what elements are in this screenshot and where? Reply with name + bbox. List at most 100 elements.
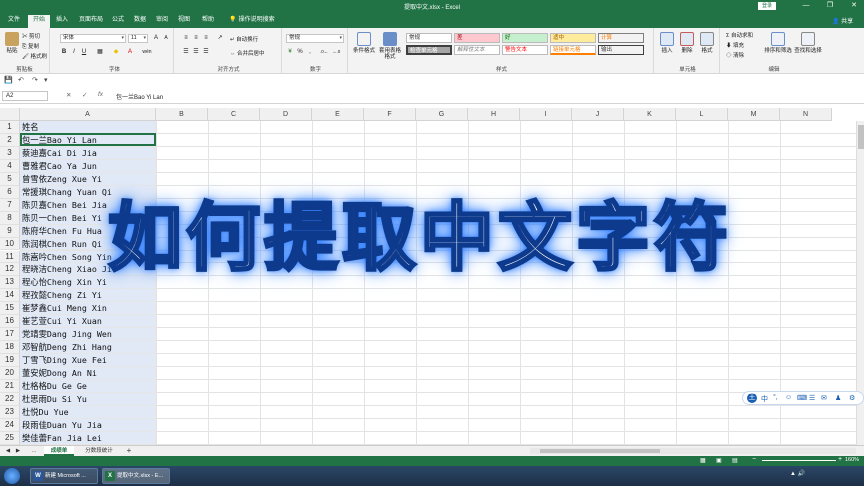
column-header-i[interactable]: I	[520, 108, 572, 121]
orientation-icon[interactable]: ↗	[216, 34, 224, 42]
customize-qat-icon[interactable]: ▾	[44, 76, 48, 84]
restore-button[interactable]: ❐	[822, 0, 838, 12]
style-output[interactable]: 输出	[598, 45, 644, 55]
tab-file[interactable]: 文件	[4, 15, 24, 28]
row-header[interactable]: 22	[0, 392, 20, 406]
row-header[interactable]: 18	[0, 341, 20, 355]
conditional-format-button[interactable]: 条件格式	[352, 32, 376, 54]
cell-a20[interactable]: 董安妮Dong An Ni	[20, 367, 156, 380]
tab-data[interactable]: 数据	[130, 15, 150, 28]
wrap-text-button[interactable]: ↵ 自动换行	[230, 35, 258, 43]
percent-button[interactable]: %	[296, 48, 304, 56]
cell-a5[interactable]: 曾雪依Zeng Xue Yi	[20, 172, 156, 186]
row-header[interactable]: 11	[0, 250, 20, 264]
undo-icon[interactable]: ↶	[18, 76, 24, 84]
save-icon[interactable]: 💾	[4, 76, 13, 84]
network-icon[interactable]: ▲	[790, 471, 796, 477]
zoom-level[interactable]: 160%	[845, 457, 859, 463]
row-header[interactable]: 25	[0, 431, 20, 445]
style-neutral[interactable]: 适中	[550, 33, 596, 43]
column-header-c[interactable]: C	[208, 108, 260, 121]
align-center-icon[interactable]: ☰	[192, 48, 200, 56]
column-header-j[interactable]: J	[572, 108, 624, 121]
style-explanatory[interactable]: 解释性文本	[454, 45, 500, 55]
row-header[interactable]: 4	[0, 159, 20, 173]
currency-icon[interactable]: ¥	[286, 48, 294, 56]
style-linked-cell[interactable]: 链接单元格	[550, 45, 596, 55]
tab-review[interactable]: 审阅	[152, 15, 172, 28]
ime-toolbar[interactable]: 王 中 °, ☺ ⌨ ☰ ✉ ♟ ⚙	[742, 391, 864, 405]
row-header[interactable]: 16	[0, 315, 20, 329]
style-calculation[interactable]: 计算	[598, 33, 644, 43]
style-bad[interactable]: 差	[454, 33, 500, 43]
cell-a16[interactable]: 崔艺萱Cui Yi Xuan	[20, 315, 156, 329]
format-cells-button[interactable]: 格式	[698, 32, 716, 54]
find-select-button[interactable]: 查找和选择	[794, 32, 822, 54]
copy-button[interactable]: ⎘ 复制	[22, 42, 39, 51]
ime-emoji-icon[interactable]: ☺	[785, 394, 792, 401]
align-middle-icon[interactable]: ≡	[192, 34, 200, 42]
more-sheets-icon[interactable]: …	[30, 446, 38, 456]
autosum-button[interactable]: Σ 自动求和	[726, 31, 753, 39]
zoom-in-icon[interactable]: +	[838, 456, 842, 463]
cell-a21[interactable]: 杜格格Du Ge Ge	[20, 380, 156, 393]
italic-button[interactable]: I	[70, 48, 78, 56]
column-header-d[interactable]: D	[260, 108, 312, 121]
horizontal-scrollbar[interactable]	[530, 448, 856, 454]
confirm-edit-icon[interactable]: ✓	[82, 91, 87, 99]
page-break-view-icon[interactable]: ▤	[732, 457, 738, 464]
row-header[interactable]: 9	[0, 224, 20, 238]
row-header[interactable]: 13	[0, 276, 20, 290]
align-top-icon[interactable]: ≡	[182, 34, 190, 42]
row-header[interactable]: 23	[0, 405, 20, 419]
sort-filter-button[interactable]: 排序和筛选	[764, 32, 792, 54]
font-color-icon[interactable]: A	[126, 48, 134, 56]
share-button[interactable]: 👤 共享	[832, 16, 853, 25]
merge-center-button[interactable]: ⇔ 合并后居中	[230, 49, 265, 57]
prev-sheet-icon[interactable]: ◀	[4, 446, 12, 456]
row-header[interactable]: 2	[0, 133, 20, 147]
underline-button[interactable]: U	[80, 48, 88, 56]
ime-keyboard-icon[interactable]: ⌨	[797, 394, 807, 402]
login-button[interactable]: 登录	[758, 2, 776, 10]
bold-button[interactable]: B	[60, 48, 68, 56]
row-header[interactable]: 7	[0, 198, 20, 212]
page-layout-view-icon[interactable]: ▣	[716, 457, 722, 464]
tab-view[interactable]: 视图	[174, 15, 194, 28]
column-header-h[interactable]: H	[468, 108, 520, 121]
cell-a3[interactable]: 蔡迪嘉Cai Di Jia	[20, 146, 156, 160]
normal-view-icon[interactable]: ▦	[700, 457, 706, 464]
cell-a22[interactable]: 杜思雨Du Si Yu	[20, 392, 156, 406]
close-button[interactable]: ✕	[846, 0, 862, 12]
name-box[interactable]: A2	[2, 91, 48, 101]
font-name-select[interactable]: 宋体 ▾	[60, 34, 126, 43]
horizontal-scroll-thumb[interactable]	[540, 449, 660, 453]
add-sheet-button[interactable]: +	[124, 446, 134, 456]
ime-menu-icon[interactable]: ☰	[809, 394, 815, 402]
delete-cells-button[interactable]: 删除	[678, 32, 696, 54]
format-as-table-button[interactable]: 套用表格格式	[378, 32, 402, 60]
align-bottom-icon[interactable]: ≡	[202, 34, 210, 42]
number-format-select[interactable]: 常规 ▾	[286, 34, 344, 43]
row-header[interactable]: 21	[0, 380, 20, 393]
align-left-icon[interactable]: ☰	[182, 48, 190, 56]
redo-icon[interactable]: ↷	[32, 76, 38, 84]
sheet-tab-score-stats[interactable]: 分数段统计	[76, 446, 122, 456]
cell-a18[interactable]: 邓智航Deng Zhi Hang	[20, 341, 156, 355]
row-header[interactable]: 12	[0, 263, 20, 277]
cell-a1[interactable]: 姓名	[20, 121, 156, 134]
cell-a4[interactable]: 曹雅君Cao Ya Jun	[20, 159, 156, 173]
cut-button[interactable]: ✂ 剪切	[22, 32, 40, 40]
column-header-g[interactable]: G	[416, 108, 468, 121]
minimize-button[interactable]: —	[798, 0, 814, 12]
start-button[interactable]	[4, 468, 20, 484]
formula-input[interactable]: 包一兰Bao Yi Lan	[116, 92, 163, 101]
ime-settings-icon[interactable]: ⚙	[849, 394, 855, 402]
row-header[interactable]: 24	[0, 418, 20, 432]
tab-formulas[interactable]: 公式	[108, 15, 128, 28]
insert-cells-button[interactable]: 插入	[658, 32, 676, 54]
row-header[interactable]: 1	[0, 121, 20, 134]
comma-button[interactable]: ,	[306, 48, 314, 56]
cell-a14[interactable]: 程孜懿Cheng Zi Yi	[20, 289, 156, 303]
tell-me-search[interactable]: 💡 操作说明搜索	[226, 15, 278, 28]
